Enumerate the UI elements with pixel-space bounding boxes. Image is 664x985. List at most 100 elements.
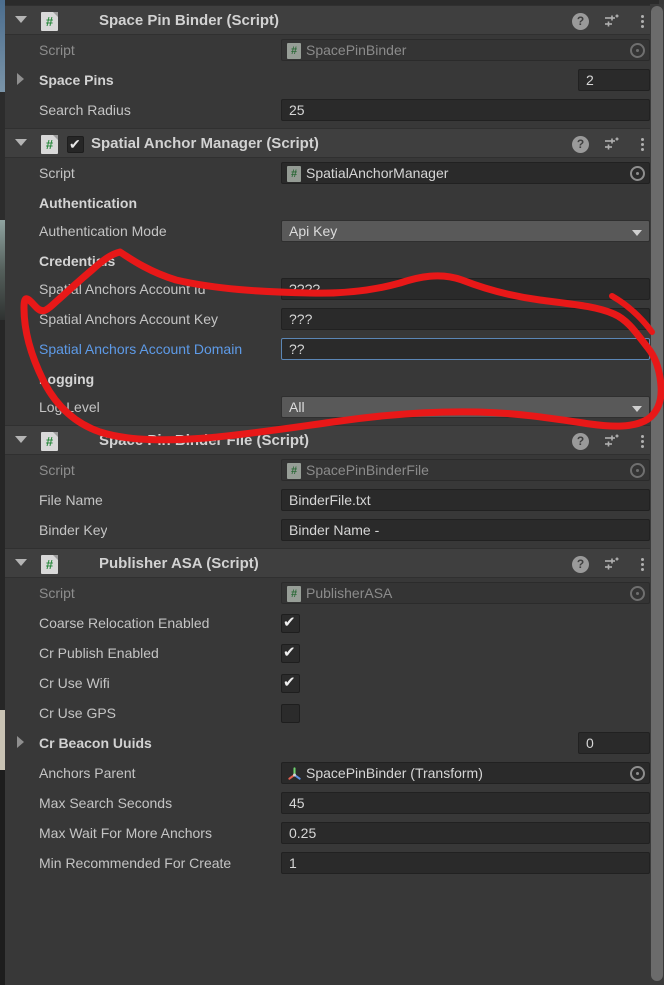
object-picker-button[interactable] [630,166,645,181]
component-foldout-publisher-asa[interactable] [15,559,27,566]
object-reference-field[interactable]: SpacePinBinder [281,39,650,61]
component-header-icons [572,426,651,456]
text-field[interactable]: 45 [281,792,650,814]
component-header-space-pin-binder-file[interactable]: Space Pin Binder File (Script) [5,425,659,455]
component-header-publisher-asa[interactable]: Publisher ASA (Script) [5,548,659,578]
row-label: Cr Use GPS [39,705,117,721]
text-field[interactable]: BinderFile.txt [281,489,650,511]
row-label: Anchors Parent [39,765,136,781]
script-asset-icon [287,166,301,182]
row-label: Script [39,585,75,601]
array-foldout[interactable] [17,73,24,85]
inspector-scrollbar[interactable] [650,4,664,985]
inspector-row: File Name BinderFile.txt [5,485,659,515]
text-field[interactable]: 25 [281,99,650,121]
inspector-row: Spatial Anchors Account Id???? [5,274,659,304]
row-label: Script [39,165,75,181]
group-header-label: Credentials [39,253,116,269]
row-label: Min Recommended For Create [39,855,232,871]
object-reference-name: SpacePinBinderFile [306,462,429,478]
help-icon[interactable] [572,12,589,30]
help-icon[interactable] [572,135,589,153]
dropdown-field[interactable]: Api Key [281,220,650,242]
component-header-icons [572,6,651,36]
inspector-row: Script SpacePinBinderFile [5,455,659,485]
script-asset-icon [287,586,301,602]
row-label: Cr Beacon Uuids [39,735,152,751]
row-label: Log Level [39,399,100,415]
inspector-row: Script SpacePinBinder [5,35,659,65]
transform-icon [288,767,301,780]
object-picker-button[interactable] [630,463,645,478]
text-field[interactable]: ??? [281,308,650,330]
array-size-field[interactable]: 2 [578,69,650,91]
row-label: Spatial Anchors Account Domain [39,341,243,357]
dropdown-value: Api Key [289,223,338,239]
script-file-icon [41,555,58,574]
preset-icon[interactable] [603,556,620,573]
row-label: Space Pins [39,72,114,88]
row-label: File Name [39,492,103,508]
group-header-label: Authentication [39,195,137,211]
row-label: Cr Use Wifi [39,675,110,691]
object-picker-button[interactable] [630,586,645,601]
text-field[interactable]: ???? [281,278,650,300]
dropdown-field[interactable]: All [281,396,650,418]
inspector-row: Anchors Parent SpacePinBinder (Transform) [5,758,659,788]
component-foldout-spatial-anchor-manager[interactable] [15,139,27,146]
object-picker-button[interactable] [630,766,645,781]
preset-icon[interactable] [603,136,620,153]
component-foldout-space-pin-binder-file[interactable] [15,436,27,443]
more-menu-icon[interactable] [634,556,651,573]
row-label: Spatial Anchors Account Id [39,281,206,297]
script-file-icon [41,135,58,154]
more-menu-icon[interactable] [634,433,651,450]
inspector-row: Max Search Seconds 45 [5,788,659,818]
component-title: Spatial Anchor Manager (Script) [91,135,319,152]
more-menu-icon[interactable] [634,13,651,30]
object-reference-name: SpacePinBinder [306,42,407,58]
row-label: Cr Publish Enabled [39,645,159,661]
inspector-row: Cr Publish Enabled [5,638,659,668]
object-reference-field[interactable]: SpacePinBinderFile [281,459,650,481]
text-field[interactable]: Binder Name - [281,519,650,541]
component-header-space-pin-binder[interactable]: Space Pin Binder (Script) [5,5,659,35]
component-enable-checkbox-spatial-anchor-manager[interactable] [67,135,84,154]
inspector-row: Authentication Mode Api Key [5,216,659,246]
checkbox-toggle[interactable] [281,672,300,694]
script-asset-icon [287,463,301,479]
checkbox-toggle[interactable] [281,642,300,664]
array-size-field[interactable]: 0 [578,732,650,754]
object-picker-button[interactable] [630,43,645,58]
component-header-icons [572,549,651,579]
inspector-panel: Space Pin Binder (Script) Script SpacePinB… [5,0,659,985]
object-reference-field[interactable]: SpacePinBinder (Transform) [281,762,650,784]
chevron-down-icon [632,230,642,236]
help-icon[interactable] [572,555,589,573]
inspector-row: Search Radius 25 [5,95,659,125]
inspector-row: Script SpatialAnchorManager [5,158,659,188]
scrollbar-thumb[interactable] [651,6,663,981]
preset-icon[interactable] [603,433,620,450]
inspector-row: Max Wait For More Anchors 0.25 [5,818,659,848]
object-reference-field[interactable]: SpatialAnchorManager [281,162,650,184]
more-menu-icon[interactable] [634,136,651,153]
inspector-row: Binder Key Binder Name - [5,515,659,545]
text-field[interactable]: 0.25 [281,822,650,844]
row-label: Search Radius [39,102,131,118]
component-foldout-space-pin-binder[interactable] [15,16,27,23]
checkbox-toggle[interactable] [281,704,300,723]
help-icon[interactable] [572,432,589,450]
text-field[interactable]: 1 [281,852,650,874]
chevron-down-icon [632,406,642,412]
array-foldout[interactable] [17,736,24,748]
object-reference-name: SpacePinBinder (Transform) [306,765,483,781]
object-reference-field[interactable]: PublisherASA [281,582,650,604]
inspector-row: Cr Use GPS [5,698,659,728]
preset-icon[interactable] [603,13,620,30]
inspector-row: Authentication [5,188,659,218]
inspector-row: Coarse Relocation Enabled [5,608,659,638]
text-field[interactable]: ?? [281,338,650,360]
checkbox-toggle[interactable] [281,612,300,634]
component-header-spatial-anchor-manager[interactable]: Spatial Anchor Manager (Script) [5,128,659,158]
